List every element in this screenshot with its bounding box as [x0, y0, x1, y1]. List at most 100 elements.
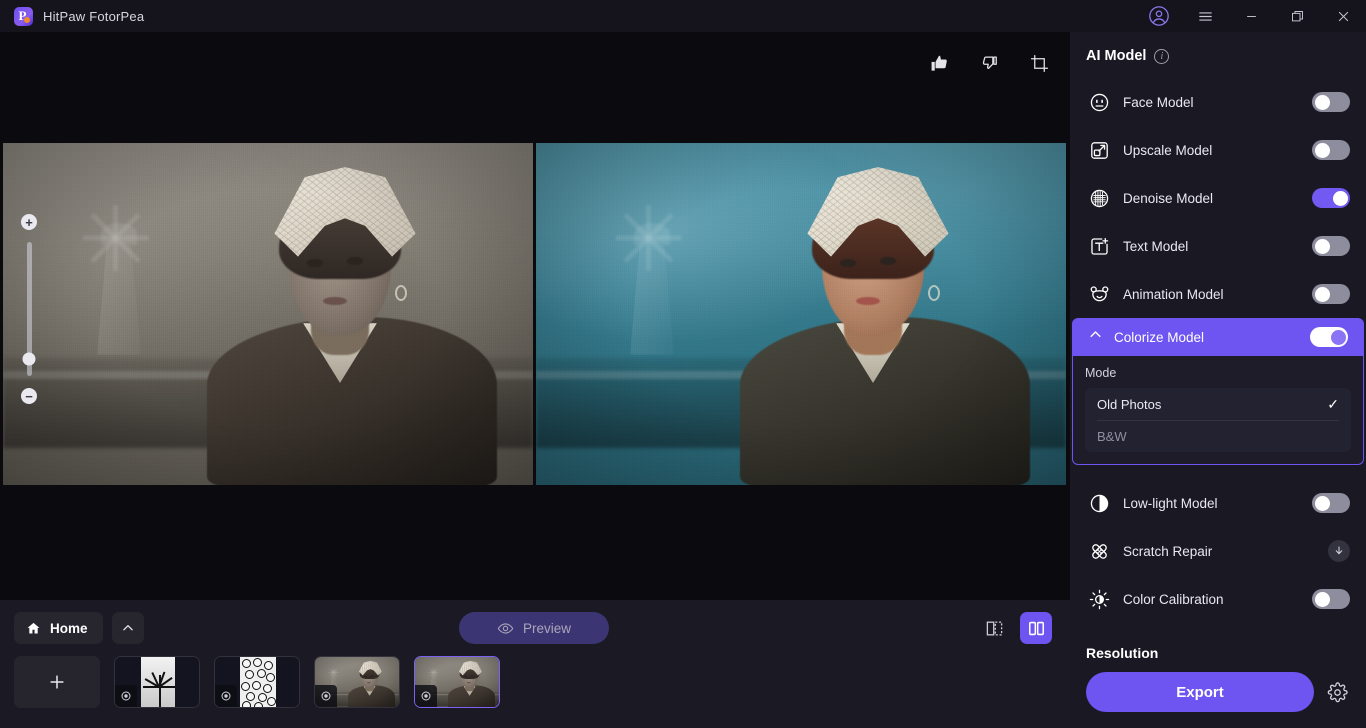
toggle-color-calibration[interactable]	[1312, 589, 1350, 609]
eye-icon	[497, 622, 514, 634]
home-button[interactable]: Home	[14, 612, 103, 644]
thumbnail-status-icon	[315, 685, 337, 707]
home-icon	[27, 622, 40, 633]
titlebar: P HitPaw FotorPea	[0, 0, 1366, 32]
info-icon[interactable]: i	[1154, 48, 1170, 64]
model-row-upscale[interactable]: Upscale Model	[1070, 126, 1366, 174]
toggle-face-model[interactable]	[1312, 92, 1350, 112]
processed-image-pane[interactable]	[536, 143, 1066, 485]
model-row-denoise[interactable]: Denoise Model	[1070, 174, 1366, 222]
plus-icon	[50, 675, 64, 689]
thumbs-down-icon[interactable]	[974, 48, 1004, 78]
colorized-photo	[536, 143, 1066, 485]
model-row-low-light[interactable]: Low-light Model	[1070, 479, 1366, 527]
gear-icon[interactable]	[1324, 679, 1350, 705]
image-canvas: + −	[0, 32, 1070, 600]
crop-icon[interactable]	[1024, 48, 1054, 78]
model-row-face[interactable]: Face Model	[1070, 78, 1366, 126]
toggle-upscale-model[interactable]	[1312, 140, 1350, 160]
chevron-up-icon	[123, 625, 133, 631]
window-controls	[1136, 0, 1366, 32]
model-label: Face Model	[1123, 94, 1194, 110]
thumbs-up-icon[interactable]	[924, 48, 954, 78]
mode-option-list: Old Photos ✓ B&W	[1085, 388, 1351, 452]
toggle-colorize-model[interactable]	[1310, 327, 1348, 347]
model-row-text[interactable]: Text Model	[1070, 222, 1366, 270]
model-label: Colorize Model	[1114, 329, 1205, 345]
mode-label: Mode	[1085, 366, 1117, 380]
canvas-toolbar	[924, 48, 1054, 78]
close-icon[interactable]	[1320, 0, 1366, 32]
model-label: Text Model	[1123, 238, 1189, 254]
zoom-slider[interactable]: + −	[21, 214, 37, 404]
model-row-color-calibration[interactable]: Color Calibration	[1070, 575, 1366, 623]
model-label: Low-light Model	[1123, 495, 1218, 511]
view-mode-switch	[978, 612, 1052, 644]
thumbnail-portrait-1[interactable]	[314, 656, 400, 708]
mode-option-bw[interactable]: B&W	[1097, 420, 1339, 452]
color-calibration-icon	[1086, 589, 1112, 610]
thumbnail-palm[interactable]	[114, 656, 200, 708]
model-row-animation[interactable]: Animation Model	[1070, 270, 1366, 318]
export-row: Export	[1086, 672, 1350, 712]
model-row-colorize[interactable]: Colorize Model	[1072, 318, 1364, 356]
colorize-options: Mode Old Photos ✓ B&W	[1072, 356, 1364, 465]
model-label: Upscale Model	[1123, 142, 1213, 158]
menu-icon[interactable]	[1182, 0, 1228, 32]
chevron-up-icon	[1088, 327, 1103, 347]
side-by-side-view-icon[interactable]	[1020, 612, 1052, 644]
ai-model-panel: AI Model i Face Model Upscale Model Deno…	[1070, 32, 1366, 728]
download-arrow-icon	[1335, 546, 1343, 555]
toggle-animation-model[interactable]	[1312, 284, 1350, 304]
thumbnail-status-icon	[115, 685, 137, 707]
original-image-pane[interactable]	[3, 143, 533, 485]
app-logo-dot	[24, 16, 30, 23]
toggle-text-model[interactable]	[1312, 236, 1350, 256]
mode-option-old-photos[interactable]: Old Photos ✓	[1097, 388, 1339, 420]
collapse-strip-button[interactable]	[112, 612, 144, 644]
model-label: Color Calibration	[1123, 591, 1224, 607]
scratch-repair-icon	[1086, 541, 1112, 562]
add-image-button[interactable]	[14, 656, 100, 708]
mode-option-label: Old Photos	[1097, 396, 1162, 412]
thumbnail-strip	[14, 656, 500, 708]
model-label: Scratch Repair	[1123, 543, 1213, 559]
download-model-button[interactable]	[1328, 540, 1350, 562]
low-light-model-icon	[1086, 493, 1112, 514]
thumbnail-clocks[interactable]	[214, 656, 300, 708]
comparison-images	[3, 143, 1067, 485]
app-logo-icon: P	[14, 6, 33, 26]
split-view-icon[interactable]	[978, 612, 1010, 644]
account-icon[interactable]	[1136, 0, 1182, 32]
thumbnail-status-icon	[415, 685, 437, 707]
maximize-icon[interactable]	[1274, 0, 1320, 32]
model-list: Face Model Upscale Model Denoise Model T…	[1070, 78, 1366, 623]
preview-button-label: Preview	[522, 620, 571, 636]
app-window: P HitPaw FotorPea + − Home Preview AI Mo…	[0, 0, 1366, 728]
preview-button[interactable]: Preview	[459, 612, 609, 644]
text-model-icon	[1086, 236, 1112, 257]
face-model-icon	[1086, 92, 1112, 113]
resolution-label: Resolution	[1086, 645, 1159, 661]
toggle-low-light-model[interactable]	[1312, 493, 1350, 513]
zoom-out-icon[interactable]: −	[21, 388, 37, 404]
original-photo	[3, 143, 533, 485]
model-row-scratch-repair[interactable]: Scratch Repair	[1070, 527, 1366, 575]
zoom-in-icon[interactable]: +	[21, 214, 37, 230]
animation-model-icon	[1086, 284, 1112, 305]
check-icon: ✓	[1327, 395, 1339, 412]
panel-title-text: AI Model	[1086, 48, 1147, 64]
thumbnail-status-icon	[215, 685, 237, 707]
minimize-icon[interactable]	[1228, 0, 1274, 32]
app-title: HitPaw FotorPea	[43, 8, 145, 24]
toggle-denoise-model[interactable]	[1312, 188, 1350, 208]
export-button[interactable]: Export	[1086, 672, 1314, 712]
model-label: Denoise Model	[1123, 190, 1214, 206]
model-label: Animation Model	[1123, 286, 1224, 302]
zoom-handle[interactable]	[22, 352, 36, 366]
panel-title: AI Model i	[1086, 48, 1170, 64]
denoise-model-icon	[1086, 188, 1112, 209]
zoom-track[interactable]	[22, 242, 36, 376]
thumbnail-portrait-2[interactable]	[414, 656, 500, 708]
upscale-model-icon	[1086, 140, 1112, 161]
